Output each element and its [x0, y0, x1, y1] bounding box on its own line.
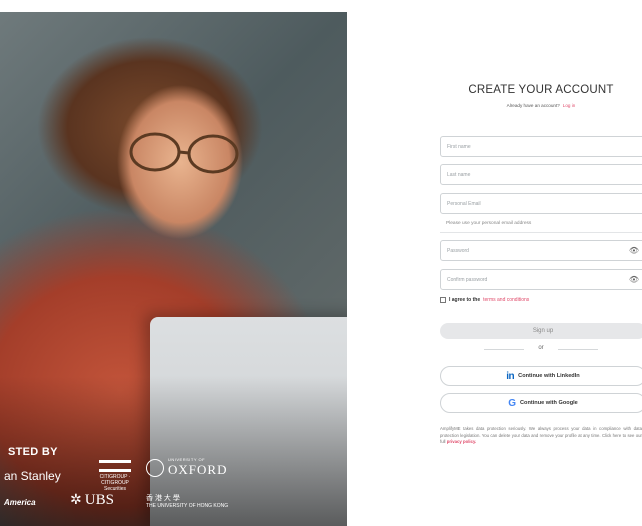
google-icon: G	[508, 397, 516, 409]
bank-of-america-logo: America	[4, 498, 36, 507]
login-prompt: Already have an account? Log in	[506, 103, 576, 108]
oxford-crest-icon	[146, 458, 164, 477]
privacy-policy-link[interactable]: privacy policy.	[447, 439, 477, 444]
or-divider: or	[440, 344, 642, 354]
last-name-field[interactable]: Last name	[440, 164, 642, 185]
citi-mark-icon	[99, 460, 131, 472]
ubs-logo: ✲ UBS	[70, 492, 114, 508]
terms-link[interactable]: terms and conditions	[483, 297, 529, 303]
show-password-icon[interactable]: 👁	[629, 246, 639, 255]
terms-row: I agree to the terms and conditions	[440, 297, 529, 303]
google-button[interactable]: G Continue with Google	[440, 393, 642, 413]
privacy-notice: AmplifyME takes data protection seriousl…	[440, 426, 642, 445]
divider	[440, 232, 642, 233]
trusted-by-label: STED BY	[8, 446, 58, 458]
ubs-keys-icon: ✲	[70, 493, 82, 508]
first-name-field[interactable]: First name	[440, 136, 642, 157]
login-link[interactable]: Log in	[563, 103, 576, 108]
citi-logo: CITIGROUP · CITIGROUP Securities	[92, 460, 138, 492]
oxford-logo: UNIVERSITY OF OXFORD	[146, 457, 227, 478]
glasses-illustration	[129, 132, 239, 174]
signup-button[interactable]: Sign up	[440, 323, 642, 339]
signup-form: CREATE YOUR ACCOUNT Already have an acco…	[440, 0, 642, 526]
confirm-password-field[interactable]: Confirm password 👁	[440, 269, 642, 290]
linkedin-button[interactable]: in Continue with LinkedIn	[440, 366, 642, 386]
email-hint: Please use your personal email address	[446, 221, 532, 226]
hku-logo: 香 港 大 學 THE UNIVERSITY OF HONG KONG	[146, 495, 229, 510]
linkedin-icon: in	[506, 370, 515, 382]
morgan-stanley-logo: an Stanley	[4, 469, 61, 483]
show-confirm-password-icon[interactable]: 👁	[629, 275, 639, 284]
password-field[interactable]: Password 👁	[440, 240, 642, 261]
email-field[interactable]: Personal Email	[440, 193, 642, 214]
terms-checkbox[interactable]	[440, 297, 446, 303]
page-title: CREATE YOUR ACCOUNT	[468, 84, 614, 96]
